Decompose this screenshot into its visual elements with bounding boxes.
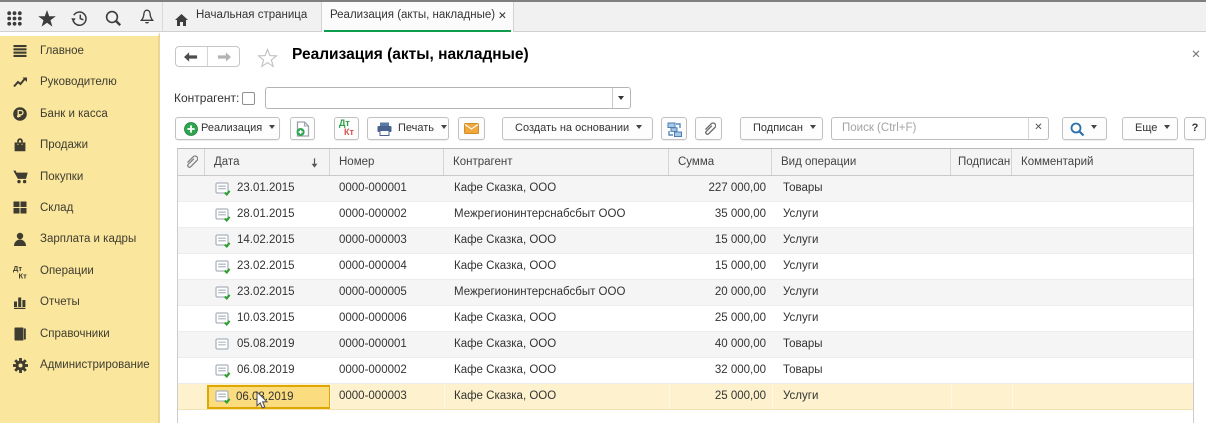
svg-text:Кт: Кт (19, 272, 28, 280)
